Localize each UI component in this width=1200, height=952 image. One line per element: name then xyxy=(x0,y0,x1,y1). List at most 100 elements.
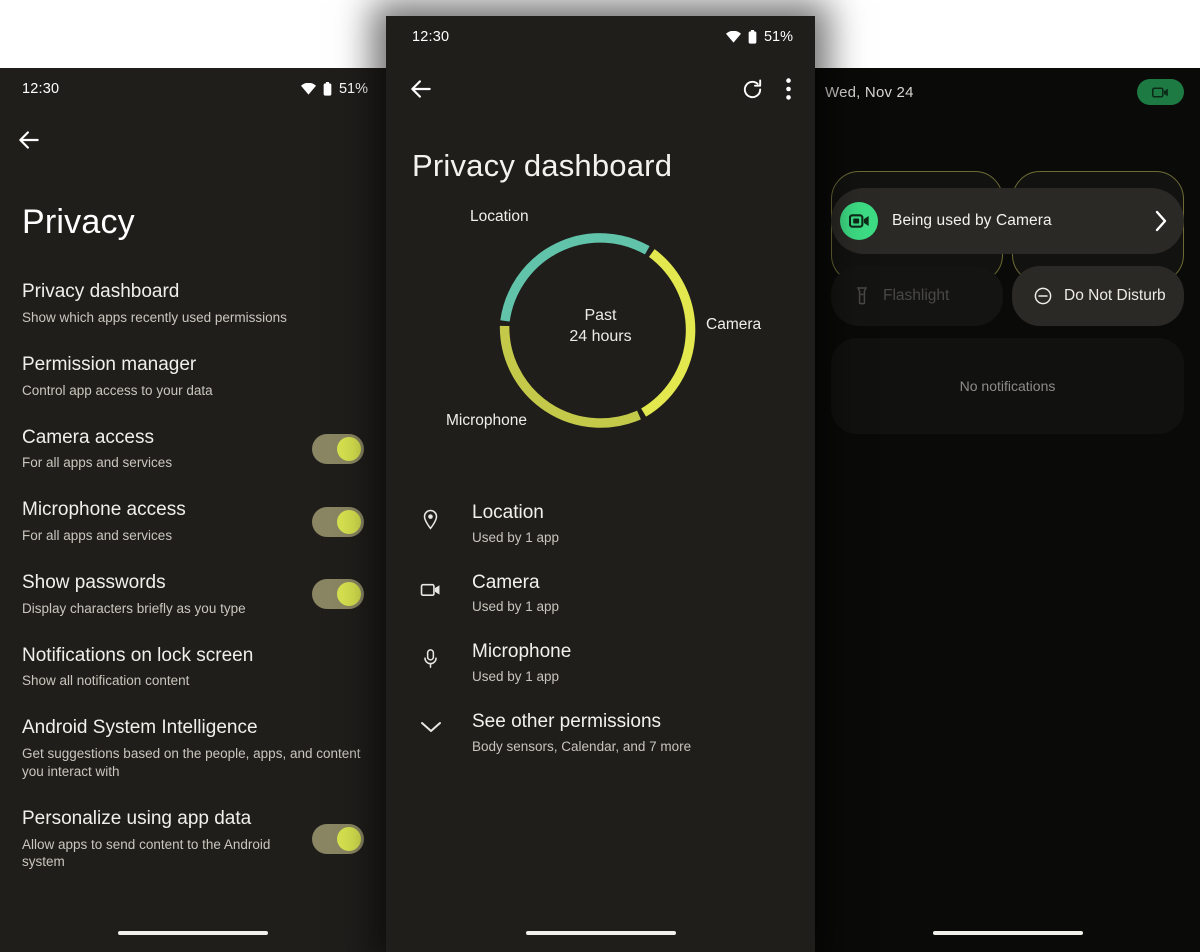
list-item-microphone[interactable]: Microphone Used by 1 app xyxy=(386,627,815,697)
status-bar-indicators: 51% xyxy=(725,29,793,45)
back-arrow-icon xyxy=(19,131,39,149)
usage-donut-chart: Past 24 hours Location Camera Microphone xyxy=(386,198,815,468)
banner-camera-badge xyxy=(840,202,878,240)
quick-tile-label: Flashlight xyxy=(883,287,950,304)
camera-in-use-chip[interactable] xyxy=(1137,79,1184,105)
toggle-knob xyxy=(337,509,361,534)
quick-tile-label: Do Not Disturb xyxy=(1064,287,1166,304)
status-bar-time: 12:30 xyxy=(22,81,60,97)
privacy-dashboard-screen: 12:30 51% Privacy dashboard Past 24 hour… xyxy=(386,16,815,952)
list-item-subtitle: Show which apps recently used permission… xyxy=(22,310,287,326)
dashboard-appbar xyxy=(386,58,815,120)
donut-label-microphone: Microphone xyxy=(446,412,527,429)
video-camera-icon xyxy=(1152,86,1168,98)
list-item-title: Show passwords xyxy=(22,571,166,593)
quick-tile-do-not-disturb[interactable]: Do Not Disturb xyxy=(1012,266,1184,326)
battery-percent: 51% xyxy=(763,29,793,45)
personalize-app-data-toggle[interactable] xyxy=(312,824,364,855)
battery-percent: 51% xyxy=(338,81,368,97)
list-item-subtitle: Control app access to your data xyxy=(22,382,213,398)
camera-in-use-banner[interactable]: Being used by Camera xyxy=(831,188,1184,254)
list-item-subtitle: Allow apps to send content to the Androi… xyxy=(22,836,271,870)
list-item-subtitle: Used by 1 app xyxy=(472,669,560,685)
back-arrow-icon xyxy=(411,80,431,98)
location-pin-icon xyxy=(410,501,472,530)
privacy-settings-list: Privacy dashboard Show which apps recent… xyxy=(0,267,386,884)
list-item-title: Microphone access xyxy=(22,499,186,521)
video-camera-icon xyxy=(848,214,869,228)
list-item-subtitle: Get suggestions based on the people, app… xyxy=(22,745,361,779)
home-indicator[interactable] xyxy=(932,931,1083,935)
show-passwords-toggle[interactable] xyxy=(312,579,364,610)
list-item-camera-access[interactable]: Camera access For all apps and services xyxy=(0,413,386,486)
flashlight-icon xyxy=(856,287,868,305)
list-item-title: Android System Intelligence xyxy=(22,717,258,739)
list-item-title: Camera xyxy=(472,571,540,593)
list-item-title: See other permissions xyxy=(472,711,662,733)
back-button-center[interactable] xyxy=(408,76,434,102)
quick-settings-header: Wed, Nov 24 xyxy=(815,68,1200,116)
list-item-title: Permission manager xyxy=(22,354,197,376)
refresh-icon xyxy=(743,78,762,98)
overflow-menu-button[interactable] xyxy=(764,78,791,100)
list-item-subtitle: Show all notification content xyxy=(22,673,190,689)
refresh-button[interactable] xyxy=(741,78,764,101)
list-item-android-system-intelligence[interactable]: Android System Intelligence Get suggesti… xyxy=(0,703,386,794)
donut-label-camera: Camera xyxy=(706,316,762,333)
toggle-knob xyxy=(337,827,361,852)
back-button-left[interactable] xyxy=(0,110,386,170)
list-item-title: Microphone xyxy=(472,641,572,663)
status-bar-left: 12:30 51% xyxy=(0,68,386,110)
list-item-notifications-lock-screen[interactable]: Notifications on lock screen Show all no… xyxy=(0,631,386,704)
list-item-subtitle: Used by 1 app xyxy=(472,529,560,545)
list-item-title: Camera access xyxy=(22,426,154,448)
privacy-settings-screen: 12:30 51% Privacy Privacy dashboard Show… xyxy=(0,68,386,952)
list-item-title: Privacy dashboard xyxy=(22,281,180,303)
shade-date: Wed, Nov 24 xyxy=(825,83,914,101)
toggle-knob xyxy=(337,582,361,607)
arc-microphone xyxy=(499,325,641,428)
wifi-icon xyxy=(300,83,316,95)
list-item-subtitle: Body sensors, Calendar, and 7 more xyxy=(472,738,692,754)
banner-text: Being used by Camera xyxy=(892,212,1052,229)
list-item-personalize-using-app-data[interactable]: Personalize using app data Allow apps to… xyxy=(0,794,386,885)
status-bar-time: 12:30 xyxy=(412,29,450,45)
list-item-location[interactable]: Location Used by 1 app xyxy=(386,488,815,558)
list-item-privacy-dashboard[interactable]: Privacy dashboard Show which apps recent… xyxy=(0,267,386,340)
list-item-title: Location xyxy=(472,502,544,523)
list-item-subtitle: For all apps and services xyxy=(22,528,173,543)
chevron-down-icon xyxy=(410,710,472,734)
toggle-knob xyxy=(337,436,361,461)
home-indicator[interactable] xyxy=(525,931,676,935)
list-item-subtitle: For all apps and services xyxy=(22,455,173,471)
list-item-see-other-permissions[interactable]: See other permissions Body sensors, Cale… xyxy=(386,697,815,767)
dashboard-title: Privacy dashboard xyxy=(412,148,673,183)
no-notifications-text: No notifications xyxy=(959,378,1056,394)
permission-usage-list: Location Used by 1 app Camera Used by 1 … xyxy=(386,488,815,767)
list-item-subtitle: Used by 1 app xyxy=(472,599,560,615)
quick-tile-flashlight[interactable]: Flashlight xyxy=(831,266,1003,326)
chevron-right-icon xyxy=(1155,210,1167,232)
video-camera-icon xyxy=(410,571,472,600)
list-item-microphone-access[interactable]: Microphone access For all apps and servi… xyxy=(0,485,386,558)
notifications-empty-card: No notifications xyxy=(831,338,1184,434)
list-item-permission-manager[interactable]: Permission manager Control app access to… xyxy=(0,340,386,413)
quick-settings-shade: Wed, Nov 24 Being used by Camera Flashli… xyxy=(815,68,1200,952)
screenshot-stage: 12:30 51% Privacy Privacy dashboard Show… xyxy=(0,0,1200,952)
microphone-icon xyxy=(410,640,472,669)
list-item-subtitle: Display characters briefly as you type xyxy=(22,600,246,616)
page-title: Privacy xyxy=(22,203,135,241)
battery-icon xyxy=(323,82,332,96)
home-indicator[interactable] xyxy=(118,931,268,935)
do-not-disturb-icon xyxy=(1034,287,1052,305)
status-bar-center: 12:30 51% xyxy=(386,16,815,58)
camera-access-toggle[interactable] xyxy=(312,433,364,464)
list-item-show-passwords[interactable]: Show passwords Display characters briefl… xyxy=(0,558,386,631)
microphone-access-toggle[interactable] xyxy=(312,506,364,537)
list-item-title: Personalize using app data xyxy=(22,807,252,829)
battery-icon xyxy=(748,30,757,44)
donut-label-location: Location xyxy=(470,208,529,225)
arc-location xyxy=(500,233,650,322)
list-item-camera[interactable]: Camera Used by 1 app xyxy=(386,558,815,628)
more-vertical-icon xyxy=(786,78,791,100)
